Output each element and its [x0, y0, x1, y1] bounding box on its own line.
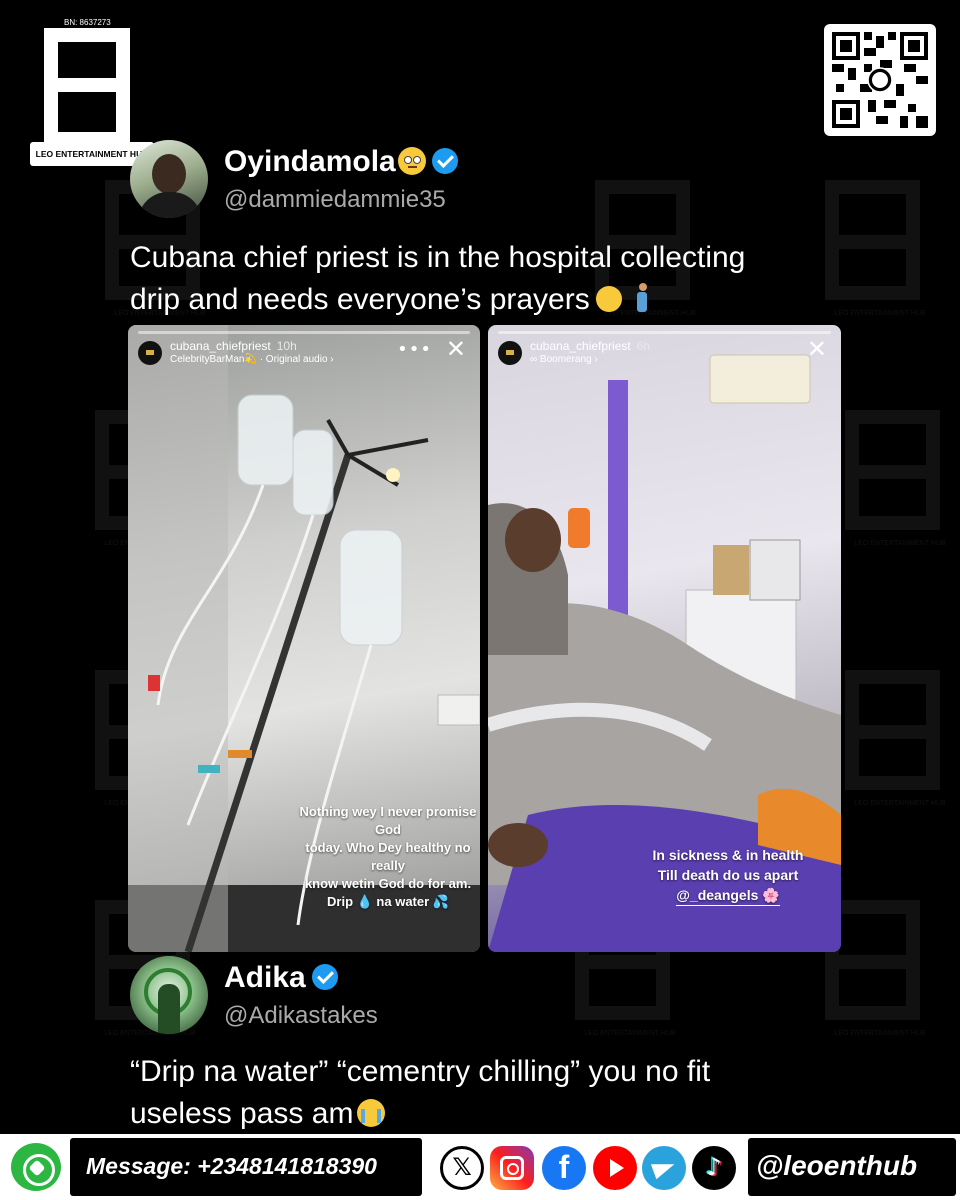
- mention-link[interactable]: @_deangels 🌸: [676, 885, 780, 906]
- tweet-text: “Drip na water” “cementry chilling” you …: [130, 1055, 711, 1130]
- verified-badge-icon: [431, 148, 458, 174]
- footer-bar: Message: +2348141818390 𝕏 f ♪ @leoenthub: [0, 1134, 960, 1200]
- instagram-icon[interactable]: [490, 1146, 534, 1190]
- story-audio[interactable]: ∞ Boomerang ›: [530, 354, 598, 365]
- brand-logo: BN: 8637273 LEO ENTERTAINMENT HUB: [30, 18, 154, 170]
- story-header: cubana_chiefpriest 10h CelebrityBarMan💫 ·…: [138, 335, 470, 375]
- story-username[interactable]: cubana_chiefpriest: [530, 339, 631, 353]
- qr-code[interactable]: [824, 24, 936, 136]
- watermark-tile: LEO ENTERTAINMENT HUB: [830, 660, 960, 830]
- user-handle[interactable]: @dammiedammie35: [224, 186, 446, 214]
- facebook-icon[interactable]: f: [542, 1146, 586, 1190]
- message-contact[interactable]: Message: +2348141818390: [70, 1138, 422, 1196]
- story-time: 6h: [636, 339, 651, 353]
- tiktok-icon[interactable]: ♪: [692, 1146, 736, 1190]
- x-icon[interactable]: 𝕏: [440, 1146, 484, 1190]
- more-options-icon[interactable]: •••: [397, 339, 432, 360]
- story-header: cubana_chiefpriest 6h ∞ Boomerang › ✕: [498, 335, 831, 375]
- tweet-text: Cubana chief priest is in the hospital c…: [130, 241, 746, 316]
- story-avatar[interactable]: [498, 341, 522, 365]
- verified-badge-icon: [311, 964, 338, 990]
- avatar[interactable]: [130, 140, 208, 218]
- crying-face-emoji-icon: [357, 1099, 386, 1127]
- story-time: 10h: [276, 339, 297, 353]
- social-handle[interactable]: @leoenthub: [748, 1138, 956, 1196]
- story-caption: Nothing wey I never promise God today. W…: [299, 804, 477, 909]
- message-number[interactable]: Message: +2348141818390: [86, 1153, 377, 1180]
- display-name[interactable]: Oyindamola: [224, 145, 458, 179]
- close-icon[interactable]: ✕: [446, 335, 466, 363]
- story-screenshot-right: cubana_chiefpriest 6h ∞ Boomerang › ✕ In …: [488, 325, 841, 952]
- story-progress-bar: [138, 331, 470, 334]
- story-caption: In sickness & in health Till death do us…: [643, 845, 813, 906]
- story-screenshot-left: cubana_chiefpriest 10h CelebrityBarMan💫 ·…: [128, 325, 480, 952]
- display-name[interactable]: Adika: [224, 961, 338, 995]
- watermark-tile: LEO ENTERTAINMENT HUB: [830, 400, 960, 570]
- youtube-icon[interactable]: [593, 1146, 637, 1190]
- whatsapp-icon[interactable]: [8, 1140, 64, 1194]
- eye-roll-emoji-icon: [397, 147, 426, 175]
- qr-pattern: [832, 32, 928, 128]
- registration-number: BN: 8637273: [64, 18, 111, 27]
- close-icon[interactable]: ✕: [807, 335, 827, 363]
- pleading-face-emoji-icon: [595, 286, 622, 312]
- story-audio[interactable]: CelebrityBarMan💫 · Original audio ›: [170, 354, 334, 365]
- kneeling-person-emoji-icon: [632, 283, 652, 313]
- story-progress-bar: [498, 331, 831, 334]
- avatar[interactable]: [130, 956, 208, 1034]
- story-username[interactable]: cubana_chiefpriest: [170, 339, 271, 353]
- story-avatar[interactable]: [138, 341, 162, 365]
- telegram-icon[interactable]: [642, 1146, 686, 1190]
- user-handle[interactable]: @Adikastakes: [224, 1002, 378, 1030]
